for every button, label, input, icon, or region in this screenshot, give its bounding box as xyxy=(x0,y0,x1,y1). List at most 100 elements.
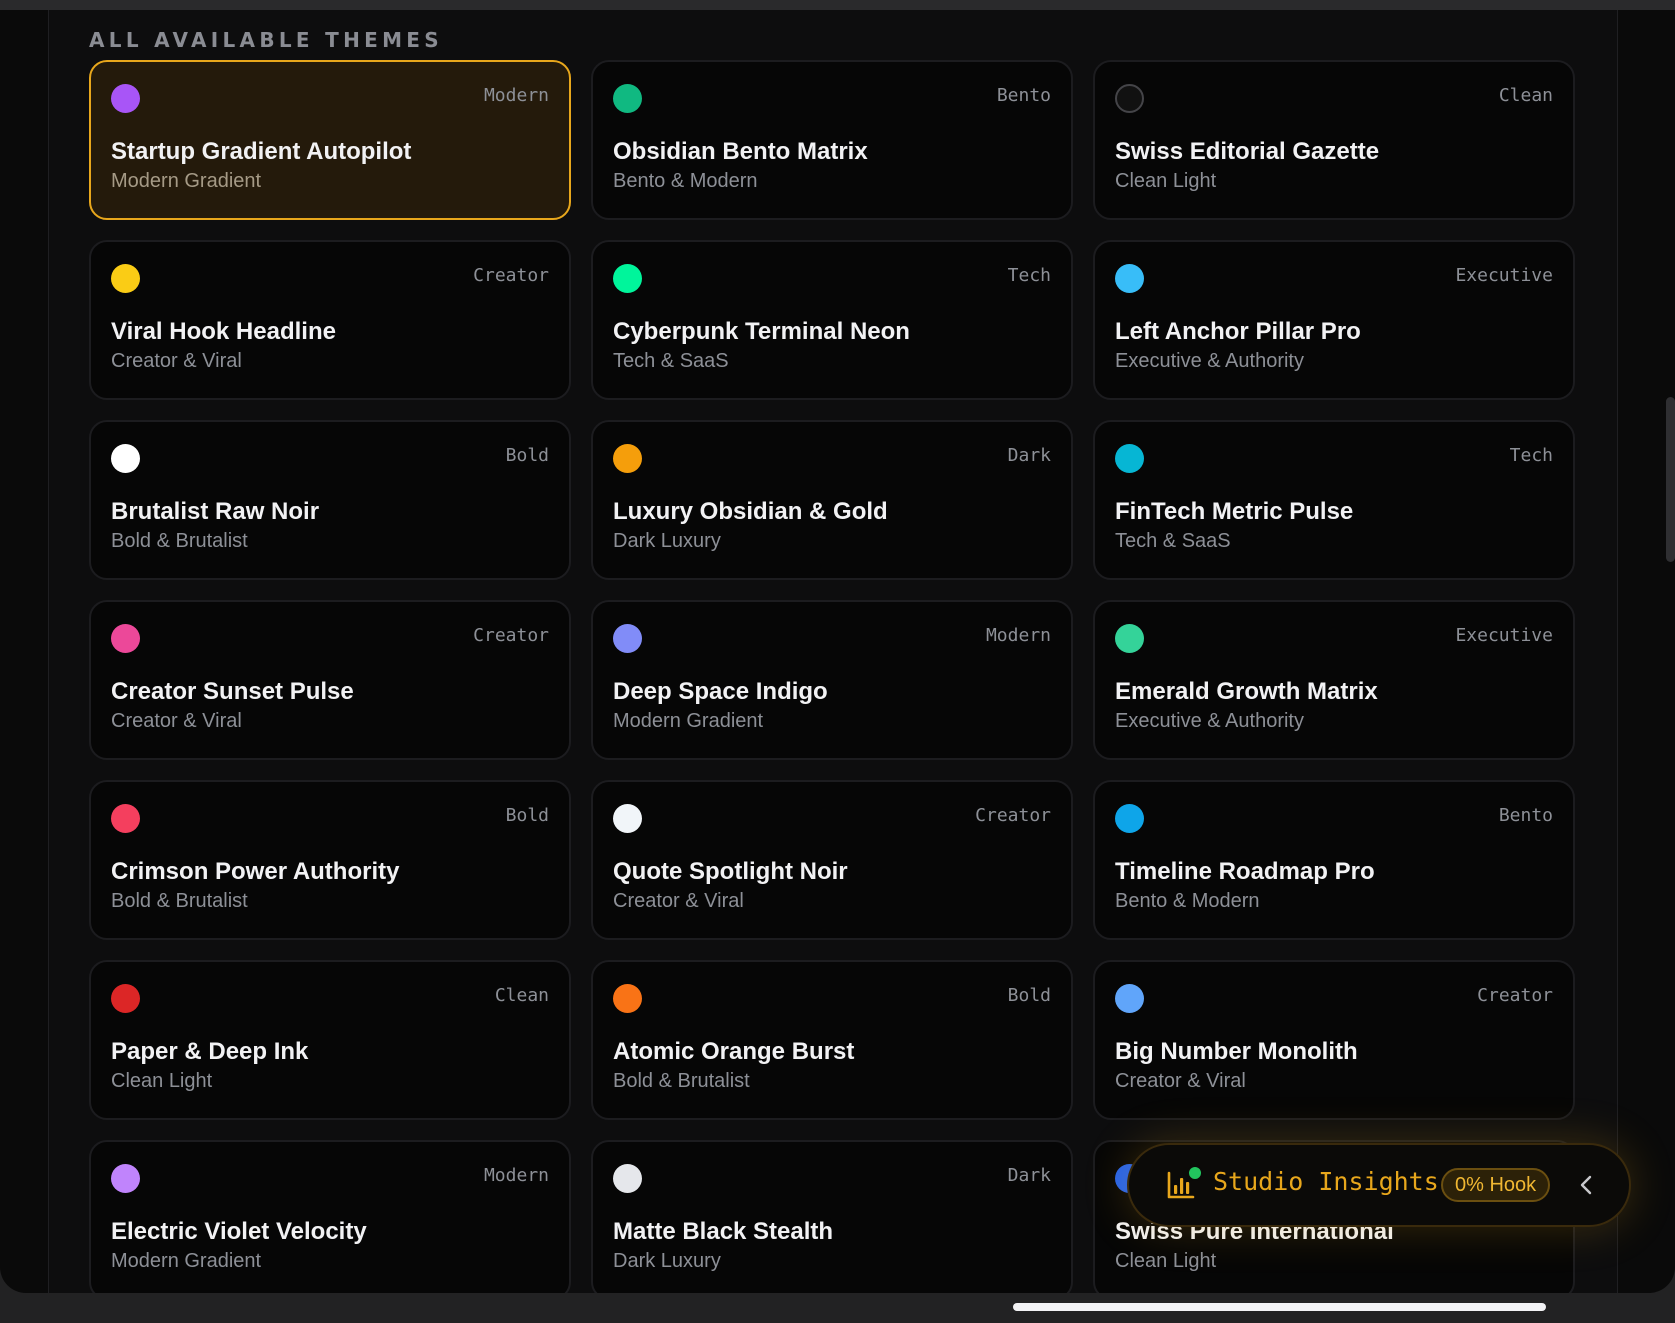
theme-tag: Executive xyxy=(1455,265,1553,286)
theme-tag: Modern xyxy=(483,85,549,106)
theme-card[interactable]: Creator Viral Hook Headline Creator & Vira… xyxy=(89,240,571,400)
theme-tag: Bento xyxy=(996,85,1051,106)
theme-tag: Bento xyxy=(1498,805,1553,826)
theme-category: Tech & SaaS xyxy=(613,350,729,372)
theme-category: Clean Light xyxy=(111,1070,213,1092)
theme-card[interactable]: Bento Obsidian Bento Matrix Bento & Modern xyxy=(591,60,1073,220)
theme-card[interactable]: Bold Atomic Orange Burst Bold & Brutalist xyxy=(591,960,1073,1120)
theme-category: Creator & Viral xyxy=(613,890,744,912)
theme-name: Deep Space Indigo xyxy=(613,678,828,705)
theme-category: Modern Gradient xyxy=(111,1250,262,1272)
scrollbar-thumb[interactable] xyxy=(1666,397,1675,562)
theme-color-dot xyxy=(111,1164,140,1193)
theme-name: Left Anchor Pillar Pro xyxy=(1115,318,1361,345)
theme-name: Viral Hook Headline xyxy=(111,318,336,345)
theme-name: Timeline Roadmap Pro xyxy=(1115,858,1375,885)
theme-card[interactable]: Bold Crimson Power Authority Bold & Brutal… xyxy=(89,780,571,940)
window-top-bar xyxy=(0,0,1675,10)
theme-tag: Creator xyxy=(1477,985,1553,1006)
studio-insights-label: Studio Insights xyxy=(1213,1167,1439,1196)
theme-category: Creator & Viral xyxy=(1115,1070,1246,1092)
theme-category: Bento & Modern xyxy=(1115,890,1260,912)
theme-name: Paper & Deep Ink xyxy=(111,1038,309,1065)
theme-tag: Clean xyxy=(494,985,549,1006)
theme-category: Dark Luxury xyxy=(613,530,721,552)
theme-grid: Modern Startup Gradient Autopilot Modern G… xyxy=(89,60,1575,1293)
theme-category: Creator & Viral xyxy=(111,710,242,732)
theme-color-dot xyxy=(613,804,642,833)
theme-name: Swiss Editorial Gazette xyxy=(1115,138,1380,165)
theme-card[interactable]: Creator Quote Spotlight Noir Creator & Vir… xyxy=(591,780,1073,940)
theme-card[interactable]: Dark Matte Black Stealth Dark Luxury xyxy=(591,1140,1073,1293)
theme-name: Creator Sunset Pulse xyxy=(111,678,354,705)
theme-name: Atomic Orange Burst xyxy=(613,1038,855,1065)
theme-name: Brutalist Raw Noir xyxy=(111,498,320,525)
theme-category: Bold & Brutalist xyxy=(111,530,248,552)
theme-category: Clean Light xyxy=(1115,170,1217,192)
theme-color-dot xyxy=(111,804,140,833)
theme-color-dot xyxy=(613,624,642,653)
theme-name: Matte Black Stealth xyxy=(613,1218,834,1245)
theme-color-dot xyxy=(111,264,140,293)
theme-tag: Modern xyxy=(483,1165,549,1186)
theme-name: Emerald Growth Matrix xyxy=(1115,678,1378,705)
theme-name: Luxury Obsidian & Gold xyxy=(613,498,888,525)
theme-name: Obsidian Bento Matrix xyxy=(613,138,868,165)
studio-insights-pill[interactable]: Studio Insights 0% Hook xyxy=(1127,1143,1631,1227)
theme-color-dot xyxy=(1115,804,1144,833)
theme-tag: Executive xyxy=(1455,625,1553,646)
theme-color-dot xyxy=(613,84,642,113)
section-title: ALL AVAILABLE THEMES xyxy=(89,28,443,52)
theme-color-dot xyxy=(1115,984,1144,1013)
theme-card[interactable]: Creator Creator Sunset Pulse Creator & Vir… xyxy=(89,600,571,760)
theme-name: FinTech Metric Pulse xyxy=(1115,498,1354,525)
theme-color-dot xyxy=(613,984,642,1013)
theme-card[interactable]: Executive Left Anchor Pillar Pro Executive… xyxy=(1093,240,1575,400)
theme-tag: Dark xyxy=(1007,445,1051,466)
theme-tag: Creator xyxy=(975,805,1051,826)
theme-category: Bento & Modern xyxy=(613,170,758,192)
home-indicator xyxy=(1013,1303,1546,1311)
theme-card[interactable]: Clean Swiss Editorial Gazette Clean Light xyxy=(1093,60,1575,220)
theme-name: Big Number Monolith xyxy=(1115,1038,1358,1065)
theme-tag: Dark xyxy=(1007,1165,1051,1186)
theme-category: Dark Luxury xyxy=(613,1250,721,1272)
theme-category: Executive & Authority xyxy=(1115,350,1304,372)
theme-name: Crimson Power Authority xyxy=(111,858,400,885)
theme-category: Executive & Authority xyxy=(1115,710,1304,732)
theme-card[interactable]: Modern Startup Gradient Autopilot Modern G… xyxy=(89,60,571,220)
theme-category: Bold & Brutalist xyxy=(111,890,248,912)
theme-card[interactable]: Creator Big Number Monolith Creator & Vira… xyxy=(1093,960,1575,1120)
chevron-left-icon[interactable] xyxy=(1573,1171,1601,1199)
theme-card[interactable]: Tech FinTech Metric Pulse Tech & SaaS xyxy=(1093,420,1575,580)
theme-card[interactable]: Dark Luxury Obsidian & Gold Dark Luxury xyxy=(591,420,1073,580)
theme-name: Startup Gradient Autopilot xyxy=(111,138,412,165)
theme-card[interactable]: Modern Electric Violet Velocity Modern Gra… xyxy=(89,1140,571,1293)
theme-category: Modern Gradient xyxy=(613,710,764,732)
theme-color-dot xyxy=(1115,624,1144,653)
theme-category: Tech & SaaS xyxy=(1115,530,1231,552)
theme-tag: Bold xyxy=(505,805,549,826)
theme-color-dot xyxy=(111,444,140,473)
theme-name: Cyberpunk Terminal Neon xyxy=(613,318,910,345)
theme-name: Quote Spotlight Noir xyxy=(613,858,848,885)
theme-tag: Clean xyxy=(1498,85,1553,106)
theme-card[interactable]: Tech Cyberpunk Terminal Neon Tech & SaaS xyxy=(591,240,1073,400)
theme-card[interactable]: Bento Timeline Roadmap Pro Bento & Modern xyxy=(1093,780,1575,940)
theme-color-dot xyxy=(111,624,140,653)
theme-category: Creator & Viral xyxy=(111,350,242,372)
theme-card[interactable]: Bold Brutalist Raw Noir Bold & Brutalist xyxy=(89,420,571,580)
theme-card[interactable]: Clean Paper & Deep Ink Clean Light xyxy=(89,960,571,1120)
hook-score-badge: 0% Hook xyxy=(1441,1168,1551,1202)
theme-color-dot xyxy=(111,984,140,1013)
theme-card[interactable]: Modern Deep Space Indigo Modern Gradient xyxy=(591,600,1073,760)
theme-color-dot xyxy=(111,84,140,113)
app-frame: ALL AVAILABLE THEMES Modern Startup Gradi… xyxy=(0,10,1675,1293)
theme-color-dot xyxy=(1115,84,1144,113)
theme-tag: Tech xyxy=(1007,265,1051,286)
theme-tag: Modern xyxy=(985,625,1051,646)
theme-tag: Creator xyxy=(473,625,549,646)
theme-color-dot xyxy=(1115,264,1144,293)
theme-tag: Bold xyxy=(505,445,549,466)
theme-card[interactable]: Executive Emerald Growth Matrix Executive … xyxy=(1093,600,1575,760)
